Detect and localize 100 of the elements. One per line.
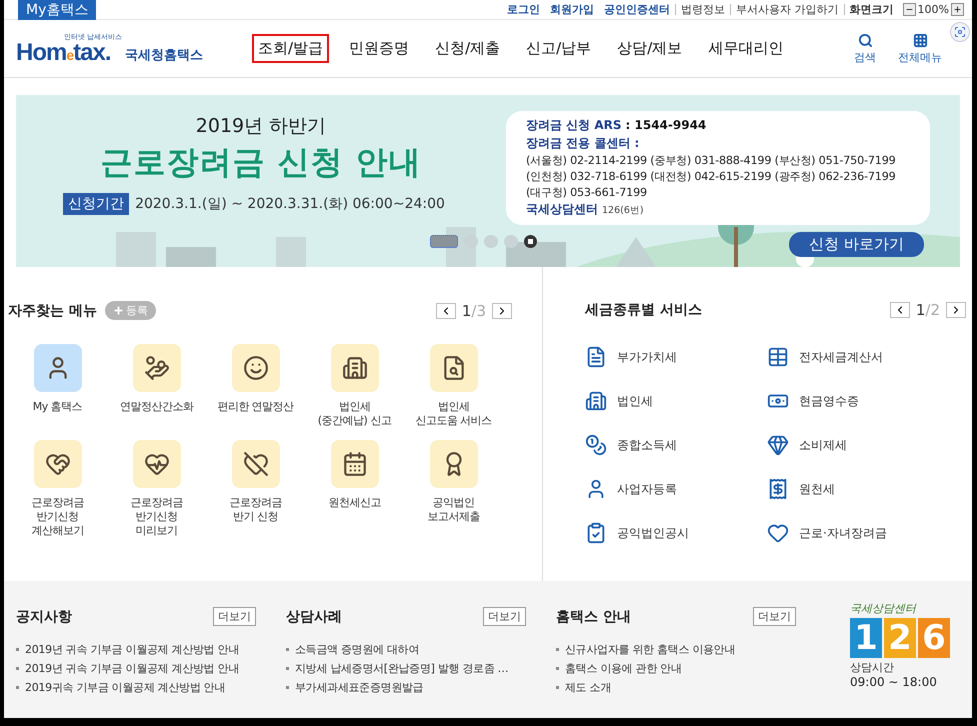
table-icon	[767, 346, 789, 368]
tax-service-link[interactable]: 원천세	[799, 480, 835, 498]
menu-shortcut-tile[interactable]	[430, 440, 478, 488]
menu-shortcut-label[interactable]: 법인세 신고도움 서비스	[415, 400, 492, 428]
tax-service-link[interactable]: 공익법인공시	[617, 524, 689, 542]
center-number: 1	[850, 618, 882, 658]
board-title: 홈택스 안내	[556, 608, 631, 626]
more-button[interactable]: 더보기	[753, 607, 796, 626]
coins-icon	[585, 434, 607, 456]
tax-service-link[interactable]: 전자세금계산서	[799, 348, 883, 366]
period-label: 신청기간	[63, 193, 130, 215]
bullet-icon	[556, 667, 559, 670]
search-button[interactable]: 검색	[854, 32, 876, 64]
next-page-button[interactable]	[492, 302, 512, 318]
top-link[interactable]: 회원가입	[545, 4, 600, 15]
menu-shortcut-label[interactable]: 근로장려금 반기신청 계산해보기	[31, 496, 84, 538]
more-button[interactable]: 더보기	[213, 607, 256, 626]
menu-shortcut-label[interactable]: 근로장려금 반기신청 미리보기	[130, 496, 183, 538]
bullet-icon	[286, 686, 289, 689]
top-link[interactable]: 부서사용자 가입하기	[730, 4, 844, 15]
phone-line: (인천청) 032-718-6199 (대전청) 042-615-2199 (광주청) 062-236-7199	[526, 169, 897, 184]
menu-shortcut-label[interactable]: 근로장려금 반기 신청	[229, 496, 282, 524]
banner-subtitle: 2019년 하반기	[196, 114, 326, 139]
page-indicator: 1/3	[462, 302, 486, 320]
hours-label: 상담시간	[850, 660, 895, 675]
bullet-icon	[556, 686, 559, 689]
center-number: 6	[918, 618, 950, 658]
zoom-in-button[interactable]	[951, 3, 964, 16]
my-hometax-tab[interactable]: My홈택스	[18, 0, 96, 20]
previous-page-button[interactable]	[890, 302, 910, 318]
ars-label: 장려금 신청 ARS	[526, 117, 622, 134]
menu-shortcut-tile[interactable]	[132, 344, 180, 392]
section-title: 자주찾는 메뉴	[8, 302, 97, 320]
stop-button[interactable]	[524, 235, 537, 248]
phone-line: (대구청) 053-661-7199	[526, 185, 648, 200]
board-post-link[interactable]: 2019년 귀속 기부금 이월공제 계산방법 안내	[25, 642, 239, 657]
plus-icon	[112, 305, 124, 316]
clipboard-check-icon	[585, 522, 607, 544]
top-link[interactable]: 공인인증센터	[599, 4, 676, 15]
menu-shortcut-label[interactable]: 공익법인 보고서제출	[427, 496, 480, 524]
board-post-link[interactable]: 2019년 귀속 기부금 이월공제 계산방법 안내	[25, 661, 239, 676]
tax-service-link[interactable]: 근로·자녀장려금	[799, 524, 887, 542]
nav-menu-item[interactable]: 신청/제출	[429, 34, 506, 63]
board-post-link[interactable]: 신규사업자를 위한 홈택스 이용안내	[565, 642, 736, 657]
menu-shortcut-label[interactable]: 법인세 (중간예납) 신고	[318, 400, 392, 428]
more-button[interactable]: 더보기	[483, 607, 526, 626]
menu-shortcut-tile[interactable]	[34, 440, 82, 488]
tax-service-link[interactable]: 소비제세	[799, 436, 847, 454]
plus-icon	[953, 5, 962, 14]
bullet-icon	[556, 648, 559, 651]
heart-icon	[767, 522, 789, 544]
bullet-icon	[286, 667, 289, 670]
top-link[interactable]: 로그인	[502, 4, 546, 15]
nav-menu-item[interactable]: 상담/제보	[611, 34, 688, 63]
tax-service-link[interactable]: 법인세	[617, 392, 653, 410]
menu-shortcut-label[interactable]: 연말정산간소화	[120, 400, 194, 414]
bullet-icon	[16, 648, 19, 651]
tax-service-link[interactable]: 사업자등록	[617, 480, 677, 498]
menu-shortcut-label[interactable]: 편리한 연말정산	[217, 400, 294, 414]
page-indicator: 1/2	[916, 301, 940, 319]
grid-icon	[912, 32, 928, 48]
board-post-link[interactable]: 부가세과세표준증명원발급	[295, 680, 424, 695]
tax-service-link[interactable]: 부가가치세	[617, 348, 677, 366]
stop-icon	[528, 239, 533, 244]
menu-shortcut-tile[interactable]	[34, 344, 82, 392]
focus-button[interactable]	[950, 22, 970, 42]
bullet-icon	[286, 648, 289, 651]
menu-shortcut-label[interactable]: 원천세신고	[328, 496, 381, 510]
board-post-link[interactable]: 제도 소개	[565, 680, 611, 695]
smiley-icon	[242, 355, 268, 381]
top-link[interactable]: 화면크기	[844, 4, 899, 15]
zoom-out-button[interactable]	[902, 3, 916, 16]
menu-shortcut-tile[interactable]	[232, 440, 280, 488]
menu-shortcut-tile[interactable]	[232, 344, 280, 392]
menu-shortcut-tile[interactable]	[430, 344, 478, 392]
nav-menu-item[interactable]: 민원증명	[343, 34, 416, 63]
nav-menu-item[interactable]: 신고/납부	[520, 34, 598, 63]
tax-service-link[interactable]: 현금영수증	[799, 392, 859, 410]
previous-page-button[interactable]	[436, 302, 456, 318]
nav-menu-item[interactable]: 세무대리인	[702, 34, 790, 63]
menu-shortcut-label[interactable]: My 홈택스	[32, 400, 82, 414]
menu-shortcut-tile[interactable]	[330, 440, 378, 488]
board-post-link[interactable]: 소득금액 증명원에 대하여	[295, 642, 420, 657]
section-title: 세금종류별 서비스	[585, 301, 702, 319]
apply-button[interactable]: 신청 바로가기	[789, 232, 924, 257]
building-icon	[342, 355, 368, 381]
board-post-link[interactable]: 2019귀속 기부금 이월공제 계산방법 안내	[25, 680, 226, 695]
nav-menu-item[interactable]: 조회/발급	[252, 34, 330, 63]
phone-line: (서울청) 02-2114-2199 (중부청) 031-888-4199 (부산청) 051-750-7199	[526, 153, 897, 168]
board-post-link[interactable]: 지방세 납세증명서[완납증명] 발행 경로좀 …	[295, 661, 508, 676]
hours-text: 09:00 ~ 18:00	[850, 675, 938, 689]
center-title: 국세상담센터	[850, 601, 918, 616]
all-menu-button[interactable]: 전체메뉴	[898, 32, 942, 64]
tax-service-link[interactable]: 종합소득세	[617, 436, 677, 454]
menu-shortcut-tile[interactable]	[330, 344, 378, 392]
top-link[interactable]: 법령정보	[675, 4, 730, 15]
board-post-link[interactable]: 홈택스 이용에 관한 안내	[565, 661, 682, 676]
next-page-button[interactable]	[946, 302, 966, 318]
bullet-icon	[16, 667, 19, 670]
menu-shortcut-tile[interactable]	[132, 440, 180, 488]
